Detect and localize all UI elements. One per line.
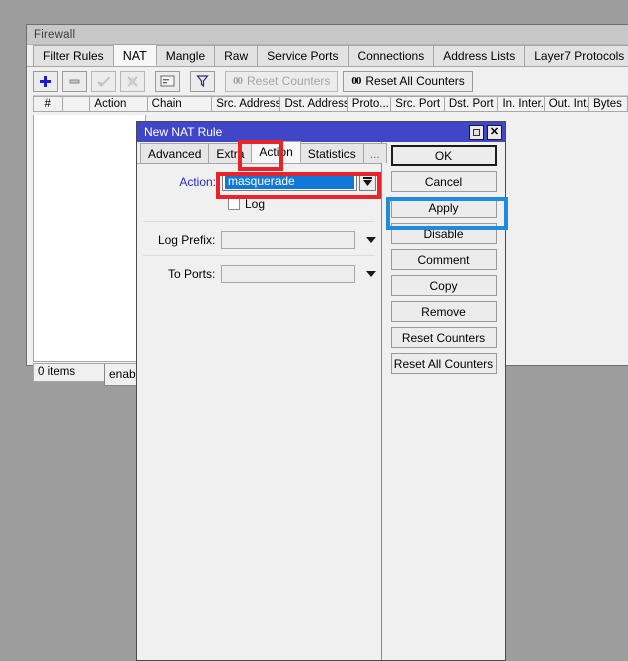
firewall-rules-list[interactable] <box>33 115 146 362</box>
nat-tab-action[interactable]: Action <box>251 141 300 163</box>
plus-icon <box>39 75 52 88</box>
add-rule-button[interactable] <box>33 71 58 92</box>
nat-tab-statistics[interactable]: Statistics <box>300 143 364 163</box>
chevron-down-icon <box>363 177 372 186</box>
nat-dialog-left-panel: Advanced Extra Action Statistics ... Act… <box>137 142 382 660</box>
reset-counters-button[interactable]: 00 Reset Counters <box>225 71 338 92</box>
column-header-src-port[interactable]: Src. Port <box>391 96 445 112</box>
column-header-chain[interactable]: Chain <box>148 96 213 112</box>
new-nat-rule-dialog: New NAT Rule ✕ Advanced Extra Action Sta… <box>136 121 506 661</box>
column-header-out-interface[interactable]: Out. Int... <box>545 96 589 112</box>
column-header-dst-address[interactable]: Dst. Address <box>280 96 347 112</box>
column-header-index[interactable]: # <box>33 96 63 112</box>
nat-dialog-body: Advanced Extra Action Statistics ... Act… <box>137 142 505 660</box>
log-prefix-input[interactable] <box>221 231 355 249</box>
disable-rule-button[interactable] <box>120 71 145 92</box>
minus-icon <box>68 75 81 88</box>
reset-all-counters-button[interactable]: Reset All Counters <box>391 353 497 374</box>
disable-button[interactable]: Disable <box>391 223 497 244</box>
to-ports-dropdown-button[interactable] <box>361 271 381 277</box>
comment-button[interactable] <box>155 71 180 92</box>
tab-filter-rules[interactable]: Filter Rules <box>33 45 114 66</box>
tab-mangle[interactable]: Mangle <box>156 45 215 66</box>
log-prefix-row: Log Prefix: <box>137 230 381 249</box>
cross-icon <box>126 75 139 88</box>
filter-button[interactable] <box>190 71 215 92</box>
column-header-protocol[interactable]: Proto... <box>348 96 392 112</box>
remove-button[interactable]: Remove <box>391 301 497 322</box>
tab-layer7-protocols[interactable]: Layer7 Protocols <box>524 45 628 66</box>
column-header-in-interface[interactable]: In. Inter... <box>498 96 544 112</box>
copy-button[interactable]: Copy <box>391 275 497 296</box>
log-label: Log <box>245 197 265 211</box>
maximize-glyph <box>473 129 480 136</box>
enable-tooltip-chip[interactable]: enab <box>104 364 140 386</box>
column-header-dst-port[interactable]: Dst. Port <box>445 96 499 112</box>
log-checkbox[interactable] <box>228 198 240 210</box>
firewall-toolbar: 00 Reset Counters 00 Reset All Counters <box>27 67 628 95</box>
enable-rule-button[interactable] <box>91 71 116 92</box>
tab-service-ports[interactable]: Service Ports <box>257 45 348 66</box>
nat-dialog-button-column: OK Cancel Apply Disable Comment Copy Rem… <box>382 142 505 660</box>
comment-button[interactable]: Comment <box>391 249 497 270</box>
filter-icon <box>196 74 209 88</box>
log-checkbox-row: Log <box>228 197 381 211</box>
nat-tab-more[interactable]: ... <box>363 143 387 163</box>
remove-rule-button[interactable] <box>62 71 87 92</box>
cancel-button[interactable]: Cancel <box>391 171 497 192</box>
nat-tab-advanced[interactable]: Advanced <box>140 143 209 163</box>
chevron-down-icon <box>366 237 376 243</box>
reset-all-counters-label: Reset All Counters <box>365 74 464 88</box>
to-ports-row: To Ports: <box>137 264 381 283</box>
comment-icon <box>160 75 175 87</box>
maximize-icon[interactable] <box>469 125 484 140</box>
close-glyph: ✕ <box>490 127 499 138</box>
nat-tab-strip: Advanced Extra Action Statistics ... <box>137 142 381 164</box>
column-header-action[interactable]: Action <box>90 96 147 112</box>
tab-address-lists[interactable]: Address Lists <box>433 45 525 66</box>
reset-all-counters-button[interactable]: 00 Reset All Counters <box>343 71 472 92</box>
to-ports-input[interactable] <box>221 265 355 283</box>
chevron-down-icon <box>366 271 376 277</box>
reset-counters-label: Reset Counters <box>247 74 330 88</box>
form-divider-2 <box>143 255 375 256</box>
firewall-column-headers: # Action Chain Src. Address Dst. Address… <box>33 95 628 112</box>
firewall-window-title: Firewall <box>34 29 75 41</box>
log-prefix-label: Log Prefix: <box>137 233 221 247</box>
nat-action-form: Action: masquerade Log <box>137 164 381 283</box>
log-prefix-dropdown-button[interactable] <box>361 237 381 243</box>
close-icon[interactable]: ✕ <box>487 125 502 140</box>
nat-tab-extra[interactable]: Extra <box>208 143 252 163</box>
action-field-row: Action: masquerade <box>137 172 381 191</box>
tab-raw[interactable]: Raw <box>214 45 258 66</box>
action-dropdown-button[interactable] <box>359 173 376 191</box>
tab-nat[interactable]: NAT <box>113 44 157 66</box>
ok-button[interactable]: OK <box>391 145 497 166</box>
column-header-bytes[interactable]: Bytes <box>589 96 628 112</box>
firewall-tab-strip: Filter Rules NAT Mangle Raw Service Port… <box>27 45 628 67</box>
form-divider-1 <box>143 221 375 222</box>
tab-connections[interactable]: Connections <box>348 45 435 66</box>
reset-counters-button[interactable]: Reset Counters <box>391 327 497 348</box>
reset-all-counters-glyph: 00 <box>351 75 360 87</box>
apply-button[interactable]: Apply <box>391 197 497 218</box>
firewall-titlebar[interactable]: Firewall <box>27 25 628 45</box>
check-icon <box>97 75 111 88</box>
column-header-src-address[interactable]: Src. Address <box>212 96 280 112</box>
nat-dialog-title: New NAT Rule <box>144 125 466 139</box>
action-label: Action: <box>137 175 222 189</box>
reset-counters-glyph: 00 <box>233 75 242 87</box>
action-selected-value: masquerade <box>225 174 354 189</box>
nat-dialog-titlebar[interactable]: New NAT Rule ✕ <box>137 122 505 142</box>
to-ports-label: To Ports: <box>137 267 221 281</box>
action-input[interactable]: masquerade <box>222 173 357 191</box>
column-header-blank[interactable] <box>63 96 91 112</box>
